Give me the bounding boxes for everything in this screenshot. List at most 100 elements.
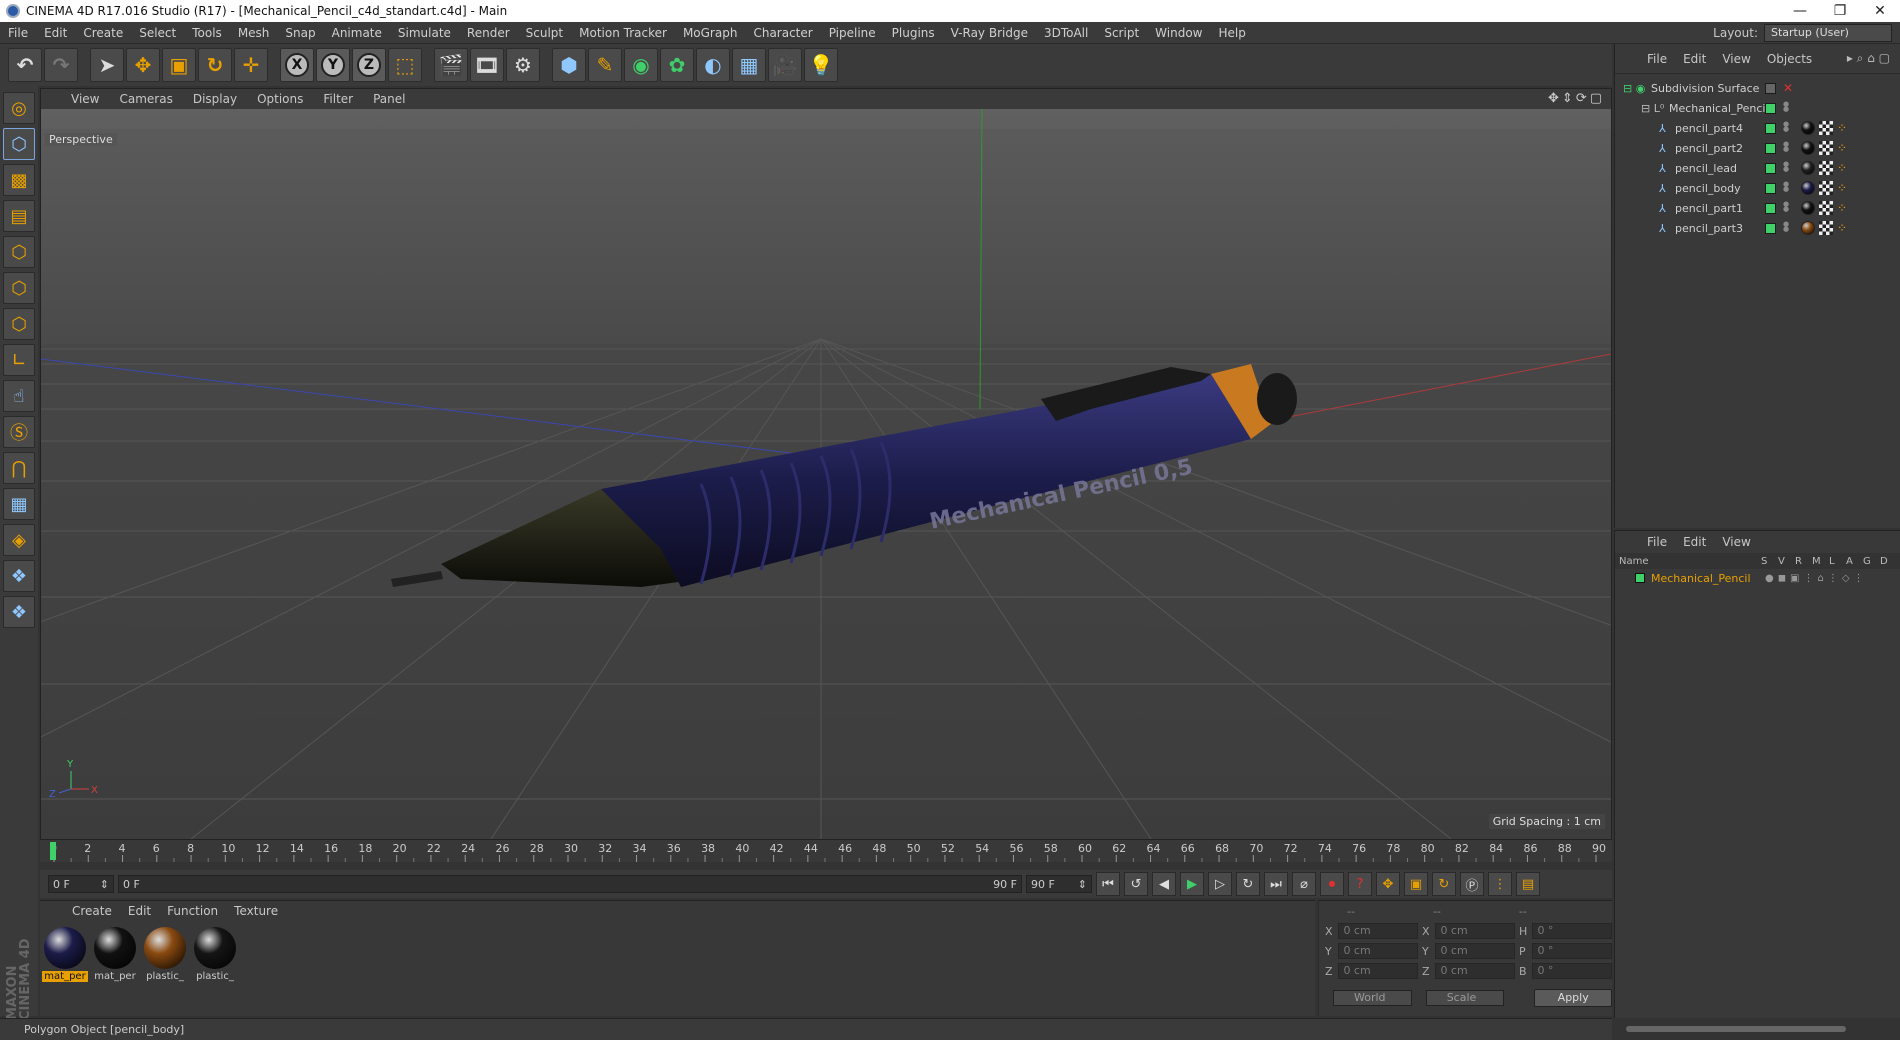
visibility-dots-icon[interactable]: ● ● [1783,181,1789,194]
coordinate-system-icon[interactable]: ⬚ [388,48,422,82]
object-tree-row[interactable]: ⅄ pencil_part3 ● ● ⁘ [1615,218,1900,238]
layer-column-header[interactable]: G [1863,556,1871,567]
frame-range-slider[interactable]: 0 F 90 F [118,875,1022,893]
menu-motion-tracker[interactable]: Motion Tracker [571,22,675,44]
next-key-icon[interactable]: ↻ [1236,872,1260,896]
layout-dropdown[interactable]: Startup (User) [1764,24,1892,42]
object-menu-objects[interactable]: Objects [1759,52,1820,66]
texture-tag-icon[interactable] [1819,141,1833,155]
timeline-playhead[interactable] [50,842,56,860]
material-menu-edit[interactable]: Edit [120,904,159,918]
menu-character[interactable]: Character [745,22,820,44]
transform-tool-icon[interactable]: ✛ [234,48,268,82]
menu-3dtoall[interactable]: 3DToAll [1036,22,1096,44]
animation-icon[interactable]: ◈ [3,524,35,556]
deformer-icon[interactable]: ◐ [696,48,730,82]
menu-script[interactable]: Script [1096,22,1147,44]
select-cursor-icon[interactable]: ➤ [90,48,124,82]
y-axis-lock-icon[interactable]: Y [316,48,350,82]
layer-tag-icon[interactable] [1765,82,1776,94]
timeline-window-icon[interactable]: ▤ [1516,872,1540,896]
cube-primitive-icon[interactable]: ⬢ [552,48,586,82]
layer-tag-icon[interactable] [1765,102,1776,114]
object-menu-edit[interactable]: Edit [1675,52,1714,66]
layer-menu-edit[interactable]: Edit [1675,535,1714,549]
current-frame-field[interactable]: 0 F ⇕ [48,875,114,893]
z-axis-lock-icon[interactable]: Z [352,48,386,82]
points-mode-icon[interactable]: ⬡ [3,236,35,268]
light-icon[interactable]: 💡 [804,48,838,82]
coordinate-field[interactable]: 0 ° [1532,943,1612,959]
material-menu-create[interactable]: Create [64,904,120,918]
x-axis-lock-icon[interactable]: X [280,48,314,82]
viewport-menu-filter[interactable]: Filter [313,92,363,106]
make-editable-icon[interactable]: ◎ [3,92,35,124]
menu-sculpt[interactable]: Sculpt [518,22,571,44]
layer-menu-file[interactable]: File [1639,535,1675,549]
key-position-icon[interactable]: ✥ [1376,872,1400,896]
material-tag-icon[interactable] [1801,221,1815,235]
transform-mode-dropdown[interactable]: Scale [1425,990,1505,1006]
texture-tag-icon[interactable] [1819,161,1833,175]
phong-tag-icon[interactable]: ⁘ [1837,181,1847,195]
restore-button[interactable]: ❐ [1820,0,1860,22]
layer-column-header[interactable]: D [1880,556,1888,567]
texture-tag-icon[interactable] [1819,121,1833,135]
subdivision-icon[interactable]: ◉ [624,48,658,82]
workplane-icon[interactable]: ▤ [3,200,35,232]
object-tree-row[interactable]: ⊟ L⁰ Mechanical_Pencil ● ● [1615,98,1900,118]
phong-tag-icon[interactable]: ⁘ [1837,141,1847,155]
mograph-cloner-icon[interactable]: ✿ [660,48,694,82]
edges-mode-icon[interactable]: ⬡ [3,272,35,304]
material-tag-icon[interactable] [1801,121,1815,135]
apply-button[interactable]: Apply [1534,989,1612,1007]
texture-tag-icon[interactable] [1819,201,1833,215]
object-tree-row[interactable]: ⅄ pencil_part2 ● ● ⁘ [1615,138,1900,158]
menu-help[interactable]: Help [1210,22,1253,44]
undo-icon[interactable]: ↶ [8,48,42,82]
magnet-icon[interactable]: ⋂ [3,452,35,484]
material-tag-icon[interactable] [1801,181,1815,195]
autokey-icon[interactable]: ⏺ [1320,872,1344,896]
menu-tools[interactable]: Tools [184,22,230,44]
layer-toggle-icons[interactable]: ●◼▣⋮⌂⋮◇⋮ [1765,573,1868,584]
key-parameter-icon[interactable]: Ⓟ [1460,872,1484,896]
menu-snap[interactable]: Snap [277,22,323,44]
menu-render[interactable]: Render [459,22,518,44]
disabled-icon[interactable]: ✕ [1783,81,1793,95]
scale-tool-icon[interactable]: ▣ [162,48,196,82]
object-tree-row[interactable]: ⅄ pencil_body ● ● ⁘ [1615,178,1900,198]
menu-window[interactable]: Window [1147,22,1210,44]
menu-file[interactable]: File [0,22,36,44]
rotate-tool-icon[interactable]: ↻ [198,48,232,82]
layer-tag-icon[interactable] [1765,222,1776,234]
material-item[interactable]: plastic_ [142,927,188,982]
pen-spline-icon[interactable]: ✎ [588,48,622,82]
layer-column-header[interactable]: R [1795,556,1802,567]
menu-select[interactable]: Select [131,22,184,44]
next-frame-icon[interactable]: ▷ [1208,872,1232,896]
move-tool-icon[interactable]: ✥ [126,48,160,82]
go-to-end-icon[interactable]: ⏭ [1264,872,1288,896]
viewport-canvas[interactable]: Mechanical Pencil 0,5 Y X Z Perspective … [41,109,1611,839]
timeline-ruler[interactable]: 0246810121416182022242628303234363840424… [40,840,1612,862]
material-item[interactable]: plastic_ [192,927,238,982]
layer-column-header[interactable]: V [1778,556,1785,567]
phong-tag-icon[interactable]: ⁘ [1837,201,1847,215]
menu-pipeline[interactable]: Pipeline [821,22,884,44]
layer-column-header[interactable]: A [1846,556,1853,567]
previous-key-icon[interactable]: ↺ [1124,872,1148,896]
viewport-menu-cameras[interactable]: Cameras [109,92,182,106]
menu-edit[interactable]: Edit [36,22,75,44]
object-menu-view[interactable]: View [1714,52,1758,66]
menu-create[interactable]: Create [75,22,131,44]
scrollbar-thumb[interactable] [1626,1026,1846,1032]
material-item[interactable]: mat_per [42,927,88,982]
record-keys-icon[interactable]: ⌀ [1292,872,1316,896]
layer-tag-icon[interactable] [1765,162,1776,174]
redo-icon[interactable]: ↷ [44,48,78,82]
menu-vray-bridge[interactable]: V-Ray Bridge [943,22,1036,44]
coordinate-field[interactable]: 0 cm [1435,963,1515,979]
coordinate-field[interactable]: 0 cm [1435,923,1515,939]
layer-column-header[interactable]: S [1761,556,1767,567]
